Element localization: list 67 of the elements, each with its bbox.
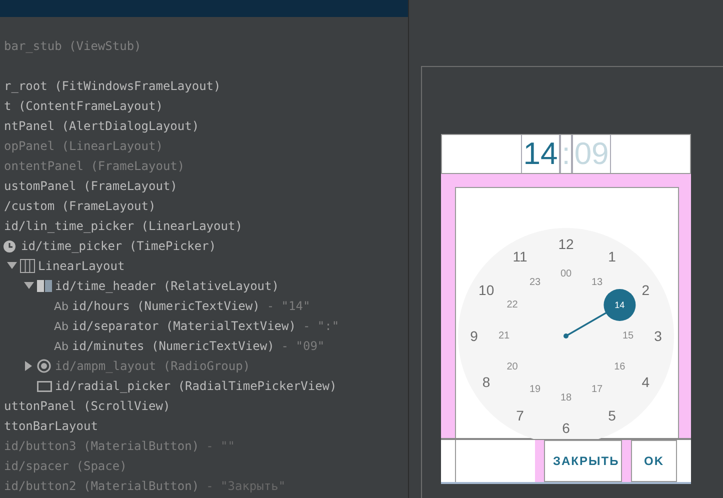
tree-item-label[interactable]: id/time_picker (TimePicker) <box>21 237 216 255</box>
clock-number[interactable]: 13 <box>591 276 603 288</box>
rectangle-icon <box>37 380 52 392</box>
tree-item-label[interactable]: id/radial_picker (RadialTimePickerView) <box>55 377 337 395</box>
clock-number[interactable]: 23 <box>529 276 541 288</box>
tree-item-label[interactable]: id/time_header (RelativeLayout) <box>55 277 279 295</box>
clock-number[interactable]: 3 <box>654 328 662 344</box>
clock-number[interactable]: 8 <box>482 374 490 390</box>
tree-item-label[interactable]: uttonPanel (ScrollView) <box>4 397 170 415</box>
clock-number[interactable]: 2 <box>642 282 650 298</box>
tree-item-label[interactable]: id/spacer (Space) <box>4 457 127 475</box>
tree-item-value: - "14" <box>266 298 310 315</box>
text-view-icon: Ab <box>54 340 69 352</box>
clock-number[interactable]: 6 <box>562 420 570 436</box>
clock-number[interactable]: 21 <box>498 330 510 342</box>
clock-number[interactable]: 00 <box>560 268 572 280</box>
tree-item-label[interactable]: LinearLayout <box>38 257 125 275</box>
layout-highlight <box>622 440 631 482</box>
tree-item-label[interactable]: ontentPanel (FrameLayout) <box>4 157 185 175</box>
clock-icon <box>3 240 16 252</box>
clock-number[interactable]: 22 <box>506 300 518 310</box>
clock-number[interactable]: 11 <box>512 248 528 264</box>
text-view-icon: Ab <box>54 320 69 332</box>
tree-item-label[interactable]: /custom (FrameLayout) <box>4 197 156 215</box>
tree-item-value: - "" <box>206 438 235 455</box>
close-button[interactable]: ЗАКРЫТЬ <box>544 440 622 482</box>
tree-item-label[interactable]: id/ampm_layout (RadioGroup) <box>55 357 250 375</box>
clock-number[interactable]: 14 <box>614 300 625 310</box>
tree-item-label[interactable]: ntPanel (AlertDialogLayout) <box>4 117 200 135</box>
tree-item-label[interactable]: id/lin_time_picker (LinearLayout) <box>4 217 242 235</box>
clock-hand[interactable] <box>564 289 636 338</box>
clock-number[interactable]: 5 <box>608 408 616 424</box>
tree-item-label[interactable]: opPanel (LinearLayout) <box>4 137 163 155</box>
expanded-arrow-icon[interactable] <box>24 281 34 291</box>
clock-number[interactable]: 10 <box>478 282 494 298</box>
tree-item-label[interactable]: id/separator (MaterialTextView) <box>72 317 296 335</box>
ok-button[interactable]: OK <box>631 440 677 482</box>
radio-icon <box>37 359 51 373</box>
text-view-icon: Ab <box>54 300 69 312</box>
clock-number[interactable]: 7 <box>516 408 524 424</box>
tree-item-label[interactable]: t (ContentFrameLayout) <box>4 97 163 115</box>
clock-number[interactable]: 1 <box>608 248 616 264</box>
tree-item-label[interactable]: r_root (FitWindowsFrameLayout) <box>4 77 221 95</box>
clock-number[interactable]: 19 <box>529 384 541 396</box>
layout-highlight <box>535 440 544 482</box>
expanded-arrow-icon[interactable] <box>6 261 16 271</box>
columns-icon <box>20 259 35 273</box>
clock-number[interactable]: 20 <box>506 362 518 372</box>
tree-item-label[interactable]: id/button3 (MaterialButton) <box>4 437 200 455</box>
hours-text[interactable]: 14 <box>521 135 560 173</box>
clock-number[interactable]: 9 <box>470 328 478 344</box>
tree-item-label[interactable]: ustomPanel (FrameLayout) <box>4 177 178 195</box>
collapsed-arrow-icon[interactable] <box>24 361 34 371</box>
tree-item-value: - "09" <box>281 338 325 355</box>
tree-item-label[interactable]: bar_stub (ViewStub) <box>4 37 142 55</box>
tree-item-label[interactable]: id/hours (NumericTextView) <box>72 297 260 315</box>
clock-number[interactable]: 4 <box>642 374 650 390</box>
tree-item-label[interactable]: id/minutes (NumericTextView) <box>72 337 274 355</box>
blocks-icon <box>37 280 52 292</box>
clock-number[interactable]: 17 <box>591 384 603 396</box>
clock-number[interactable]: 15 <box>622 330 634 342</box>
tree-item-label[interactable]: id/button2 (MaterialButton) <box>4 477 200 495</box>
tree-item-value: - ":" <box>302 318 340 335</box>
clock-number[interactable]: 12 <box>558 236 574 252</box>
clock-number[interactable]: 16 <box>614 362 626 372</box>
clock-number[interactable]: 18 <box>560 392 572 404</box>
tree-item-label[interactable]: ttonBarLayout <box>4 417 98 435</box>
